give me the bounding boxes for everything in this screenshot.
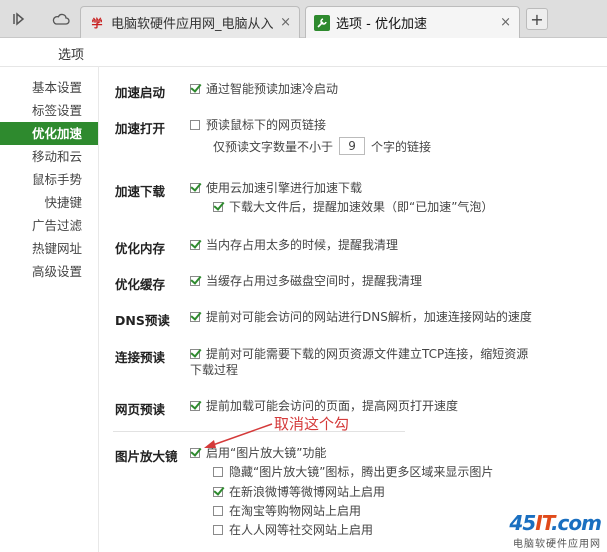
option-startup[interactable]: 通过智能预读加速冷启动	[190, 81, 338, 97]
option-webpage[interactable]: 提前加载可能会访问的页面，提高网页打开速度	[190, 398, 458, 414]
checkbox[interactable]	[190, 349, 200, 359]
checkbox[interactable]	[190, 84, 200, 94]
min-chars-input[interactable]: 9	[339, 137, 366, 155]
checkbox[interactable]	[213, 525, 223, 535]
checkbox[interactable]	[213, 506, 223, 516]
checkbox[interactable]	[190, 276, 200, 286]
section-label-webpage: 网页预读	[115, 402, 166, 417]
settings-content: 加速启动 通过智能预读加速冷启动 加速打开 预读鼠标下的网页链接 仅预读文字数量…	[0, 0, 607, 552]
section-label-dns: DNS预读	[115, 313, 170, 328]
option-connect[interactable]: 提前对可能需要下载的网页资源文件建立TCP连接，缩短资源 下载过程	[190, 346, 528, 378]
option-cloud-download[interactable]: 使用云加速引擎进行加速下载	[190, 180, 362, 196]
section-label-open: 加速打开	[115, 121, 166, 136]
section-label-cache: 优化缓存	[115, 277, 166, 292]
option-dns[interactable]: 提前对可能会访问的网站进行DNS解析，加速连接网站的速度	[190, 309, 532, 325]
option-magnifier-weibo[interactable]: 在新浪微博等微博网站上启用	[213, 484, 385, 500]
option-cache[interactable]: 当缓存占用过多磁盘空间时，提醒我清理	[190, 273, 422, 289]
checkbox[interactable]	[213, 467, 223, 477]
annotation-arrow-icon	[204, 423, 273, 448]
annotation-text: 取消这个勾	[274, 415, 350, 433]
option-download-reminder[interactable]: 下载大文件后，提醒加速效果（即“已加速”气泡）	[213, 199, 493, 215]
section-label-startup: 加速启动	[115, 85, 166, 100]
option-prefetch-link[interactable]: 预读鼠标下的网页链接	[190, 117, 326, 133]
section-label-download: 加速下载	[115, 184, 166, 199]
option-memory[interactable]: 当内存占用太多的时候，提醒我清理	[190, 237, 398, 253]
option-magnifier-hide-icon[interactable]: 隐藏“图片放大镜”图标，腾出更多区域来显示图片	[213, 464, 493, 480]
checkbox[interactable]	[190, 183, 200, 193]
section-label-memory: 优化内存	[115, 241, 166, 256]
checkbox[interactable]	[190, 448, 200, 458]
section-label-magnifier: 图片放大镜	[115, 449, 178, 464]
checkbox[interactable]	[213, 487, 223, 497]
checkbox[interactable]	[190, 401, 200, 411]
checkbox[interactable]	[213, 202, 223, 212]
section-label-connect: 连接预读	[115, 350, 166, 365]
checkbox[interactable]	[190, 312, 200, 322]
watermark-logo: 45IT.com 电脑软硬件应用网	[509, 511, 602, 550]
checkbox[interactable]	[190, 120, 200, 130]
checkbox[interactable]	[190, 240, 200, 250]
option-magnifier-shopping[interactable]: 在淘宝等购物网站上启用	[213, 503, 361, 519]
option-prefetch-min-chars: 仅预读文字数量不小于 9 个字的链接	[213, 137, 432, 155]
option-magnifier-social[interactable]: 在人人网等社交网站上启用	[213, 522, 373, 538]
